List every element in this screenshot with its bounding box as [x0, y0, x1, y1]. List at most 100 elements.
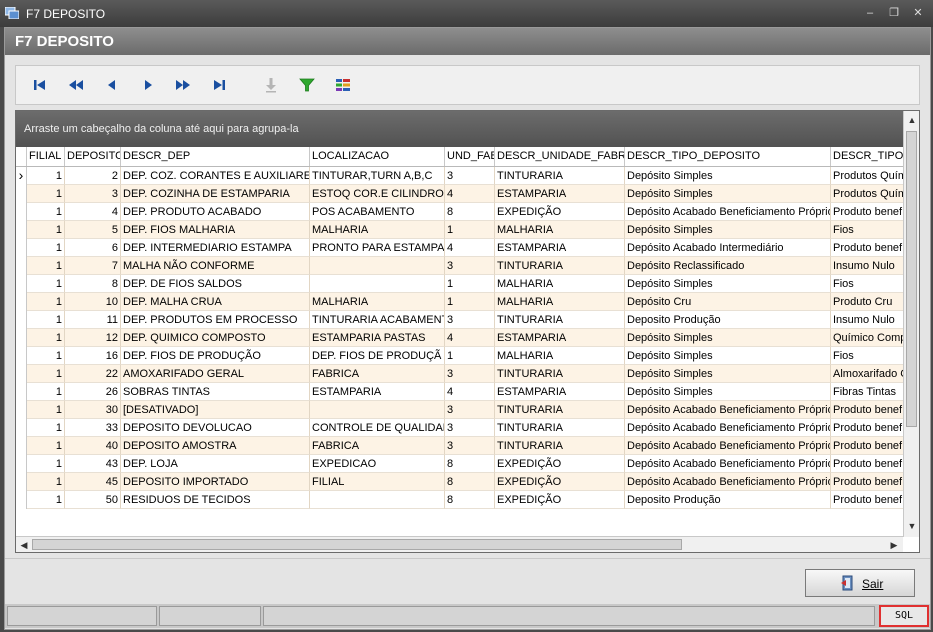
- table-cell[interactable]: 1: [445, 221, 495, 239]
- table-cell[interactable]: DEP. LOJA: [121, 455, 310, 473]
- restore-icon[interactable]: ❐: [886, 6, 902, 20]
- table-cell[interactable]: 8: [445, 455, 495, 473]
- table-cell[interactable]: 1: [27, 383, 65, 401]
- table-cell[interactable]: 50: [65, 491, 121, 509]
- table-cell[interactable]: 8: [445, 473, 495, 491]
- table-cell[interactable]: Produto benef: [831, 203, 903, 221]
- row-indicator[interactable]: [16, 419, 27, 437]
- table-cell[interactable]: 33: [65, 419, 121, 437]
- table-cell[interactable]: 3: [445, 365, 495, 383]
- table-row[interactable]: › 1 2 DEP. COZ. CORANTES E AUXILIARE TINTURA…: [16, 167, 903, 185]
- table-cell[interactable]: 1: [27, 329, 65, 347]
- table-cell[interactable]: 8: [445, 491, 495, 509]
- table-row[interactable]: 1 45 DEPOSITO IMPORTADO FILIAL 8 EXPEDIÇÃO Dep…: [16, 473, 903, 491]
- table-cell[interactable]: Depósito Cru: [625, 293, 831, 311]
- scroll-down-icon[interactable]: ▼: [905, 519, 919, 533]
- table-cell[interactable]: Almoxarifado G: [831, 365, 903, 383]
- vertical-scroll-thumb[interactable]: [906, 131, 917, 427]
- table-cell[interactable]: Depósito Simples: [625, 383, 831, 401]
- table-row[interactable]: 1 7 MALHA NÃO CONFORME 3 TINTURARIA Depósito …: [16, 257, 903, 275]
- row-indicator[interactable]: [16, 185, 27, 203]
- table-cell[interactable]: 1: [27, 167, 65, 185]
- table-cell[interactable]: 1: [27, 473, 65, 491]
- table-cell[interactable]: Depósito Acabado Intermediário: [625, 239, 831, 257]
- table-cell[interactable]: 7: [65, 257, 121, 275]
- table-cell[interactable]: 3: [65, 185, 121, 203]
- table-cell[interactable]: MALHARIA: [495, 347, 625, 365]
- column-header-descr-dep[interactable]: DESCR_DEP: [121, 147, 310, 166]
- row-indicator[interactable]: [16, 221, 27, 239]
- table-cell[interactable]: 1: [27, 437, 65, 455]
- table-cell[interactable]: 11: [65, 311, 121, 329]
- table-cell[interactable]: RESIDUOS DE TECIDOS: [121, 491, 310, 509]
- table-cell[interactable]: DEP. FIOS MALHARIA: [121, 221, 310, 239]
- table-cell[interactable]: 30: [65, 401, 121, 419]
- table-cell[interactable]: Deposito Produção: [625, 491, 831, 509]
- table-row[interactable]: 1 30 [DESATIVADO] 3 TINTURARIA Depósito Acaba…: [16, 401, 903, 419]
- table-cell[interactable]: MALHARIA: [310, 221, 445, 239]
- table-cell[interactable]: Produto benef: [831, 473, 903, 491]
- table-cell[interactable]: Produto benef: [831, 491, 903, 509]
- table-cell[interactable]: 3: [445, 311, 495, 329]
- table-cell[interactable]: ESTAMPARIA: [495, 185, 625, 203]
- vertical-scrollbar[interactable]: ▲ ▼: [903, 111, 919, 537]
- table-cell[interactable]: [310, 257, 445, 275]
- table-cell[interactable]: 40: [65, 437, 121, 455]
- table-cell[interactable]: AMOXARIFADO GERAL: [121, 365, 310, 383]
- table-cell[interactable]: 4: [65, 203, 121, 221]
- row-indicator[interactable]: [16, 437, 27, 455]
- table-cell[interactable]: 3: [445, 419, 495, 437]
- table-cell[interactable]: EXPEDIÇÃO: [495, 491, 625, 509]
- table-cell[interactable]: Depósito Simples: [625, 185, 831, 203]
- table-cell[interactable]: ESTOQ COR.E CILINDRO: [310, 185, 445, 203]
- table-row[interactable]: 1 4 DEP. PRODUTO ACABADO POS ACABAMENTO 8 EXP…: [16, 203, 903, 221]
- table-cell[interactable]: [310, 275, 445, 293]
- table-cell[interactable]: ESTAMPARIA: [495, 383, 625, 401]
- first-record-icon[interactable]: [30, 75, 50, 95]
- table-row[interactable]: 1 8 DEP. DE FIOS SALDOS 1 MALHARIA Depósito S…: [16, 275, 903, 293]
- next-page-icon[interactable]: [173, 75, 193, 95]
- row-indicator[interactable]: [16, 257, 27, 275]
- table-cell[interactable]: Depósito Acabado Beneficiamento Próprio: [625, 473, 831, 491]
- table-cell[interactable]: Depósito Acabado Beneficiamento Próprio: [625, 419, 831, 437]
- row-indicator[interactable]: [16, 401, 27, 419]
- table-cell[interactable]: [310, 491, 445, 509]
- scroll-left-icon[interactable]: ◀: [17, 538, 31, 552]
- scroll-right-icon[interactable]: ▶: [887, 538, 901, 552]
- table-cell[interactable]: MALHA NÃO CONFORME: [121, 257, 310, 275]
- table-cell[interactable]: Produto benef: [831, 419, 903, 437]
- table-cell[interactable]: FABRICA: [310, 365, 445, 383]
- table-row[interactable]: 1 33 DEPOSITO DEVOLUCAO CONTROLE DE QUALIDA…: [16, 419, 903, 437]
- table-row[interactable]: 1 26 SOBRAS TINTAS ESTAMPARIA 4 ESTAMPARIA Dep…: [16, 383, 903, 401]
- row-indicator[interactable]: [16, 455, 27, 473]
- table-cell[interactable]: 43: [65, 455, 121, 473]
- table-cell[interactable]: 3: [445, 257, 495, 275]
- table-cell[interactable]: 3: [445, 401, 495, 419]
- table-row[interactable]: 1 22 AMOXARIFADO GERAL FABRICA 3 TINTURARIA De…: [16, 365, 903, 383]
- table-cell[interactable]: Produto benef: [831, 455, 903, 473]
- table-cell[interactable]: 8: [445, 203, 495, 221]
- table-cell[interactable]: [DESATIVADO]: [121, 401, 310, 419]
- table-cell[interactable]: Depósito Acabado Beneficiamento Próprio: [625, 203, 831, 221]
- horizontal-scrollbar[interactable]: ◀ ▶: [16, 536, 903, 552]
- table-cell[interactable]: 4: [445, 329, 495, 347]
- table-cell[interactable]: MALHARIA: [495, 275, 625, 293]
- last-record-icon[interactable]: [209, 75, 229, 95]
- table-cell[interactable]: TINTURARIA: [495, 419, 625, 437]
- table-row[interactable]: 1 43 DEP. LOJA EXPEDICAO 8 EXPEDIÇÃO Depósito …: [16, 455, 903, 473]
- table-cell[interactable]: Depósito Simples: [625, 329, 831, 347]
- table-cell[interactable]: DEP. MALHA CRUA: [121, 293, 310, 311]
- table-cell[interactable]: Químico Compo: [831, 329, 903, 347]
- table-cell[interactable]: TINTURARIA: [495, 401, 625, 419]
- column-header-descr-tipo[interactable]: DESCR_TIPO_: [831, 147, 911, 166]
- close-icon[interactable]: ✕: [910, 6, 926, 20]
- table-cell[interactable]: Fibras Tintas: [831, 383, 903, 401]
- minimize-icon[interactable]: –: [862, 6, 878, 20]
- table-cell[interactable]: 1: [27, 257, 65, 275]
- column-header-descr-unidade-fabril[interactable]: DESCR_UNIDADE_FABRIL: [495, 147, 625, 166]
- table-cell[interactable]: 45: [65, 473, 121, 491]
- table-cell[interactable]: 3: [445, 437, 495, 455]
- prior-page-icon[interactable]: [66, 75, 86, 95]
- table-row[interactable]: 1 40 DEPOSITO AMOSTRA FABRICA 3 TINTURARIA Dep…: [16, 437, 903, 455]
- table-cell[interactable]: 5: [65, 221, 121, 239]
